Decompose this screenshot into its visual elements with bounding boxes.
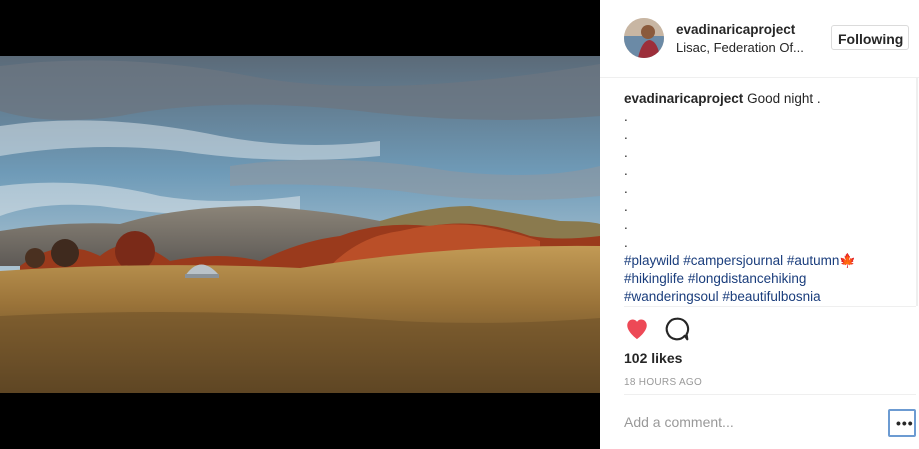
caption-first-line: evadinaricaproject Good night . xyxy=(624,90,894,108)
avatar[interactable] xyxy=(624,18,664,58)
hashtag-link[interactable]: #playwild xyxy=(624,253,680,268)
caption-dot: . xyxy=(624,199,628,214)
caption-dot: . xyxy=(624,235,628,250)
caption-dots: . . . . . . . . xyxy=(624,108,894,252)
hashtag-link[interactable]: #beautifulbosnia xyxy=(722,289,820,304)
post-caption: evadinaricaproject Good night . . . . . … xyxy=(624,90,894,306)
post-photo[interactable] xyxy=(0,56,600,393)
hashtag-link[interactable]: #longdistancehiking xyxy=(688,271,807,286)
hashtag-link[interactable]: #hikinglife xyxy=(624,271,684,286)
following-button[interactable]: Following xyxy=(831,25,909,50)
post-timestamp[interactable]: 18 HOURS AGO xyxy=(624,377,702,388)
divider xyxy=(624,394,916,395)
caption-dot: . xyxy=(624,145,628,160)
post-media xyxy=(0,0,600,449)
divider xyxy=(624,306,916,307)
caption-dot: . xyxy=(624,109,628,124)
post-location[interactable]: Lisac, Federation Of... xyxy=(676,40,804,55)
more-options-button[interactable]: ••• xyxy=(888,409,916,437)
caption-text: Good night . xyxy=(743,91,821,106)
caption-dot: . xyxy=(624,163,628,178)
hashtag-link[interactable]: #campersjournal xyxy=(683,253,783,268)
caption-dot: . xyxy=(624,181,628,196)
hashtag-link[interactable]: #autumn🍁 xyxy=(787,253,856,268)
comment-input[interactable] xyxy=(624,408,874,436)
caption-username[interactable]: evadinaricaproject xyxy=(624,91,743,106)
hashtag-link[interactable]: #wanderingsoul xyxy=(624,289,719,304)
hashtag-line: #playwild #campersjournal #autumn🍁 xyxy=(624,252,894,270)
hashtag-line: #hikinglife #longdistancehiking xyxy=(624,270,894,288)
likes-count[interactable]: 102 likes xyxy=(624,350,682,366)
caption-dot: . xyxy=(624,127,628,142)
heart-icon[interactable] xyxy=(624,316,650,342)
comments-scrollbar[interactable] xyxy=(916,78,918,306)
caption-dot: . xyxy=(624,217,628,232)
post-sidebar: evadinaricaproject Lisac, Federation Of.… xyxy=(600,0,919,449)
speech-bubble-icon[interactable] xyxy=(664,316,690,342)
caption-hashtags: #playwild #campersjournal #autumn🍁 #hiki… xyxy=(624,252,894,306)
post-header: evadinaricaproject Lisac, Federation Of.… xyxy=(600,0,919,78)
post-username[interactable]: evadinaricaproject xyxy=(676,22,795,37)
hashtag-line: #wanderingsoul #beautifulbosnia xyxy=(624,288,894,306)
